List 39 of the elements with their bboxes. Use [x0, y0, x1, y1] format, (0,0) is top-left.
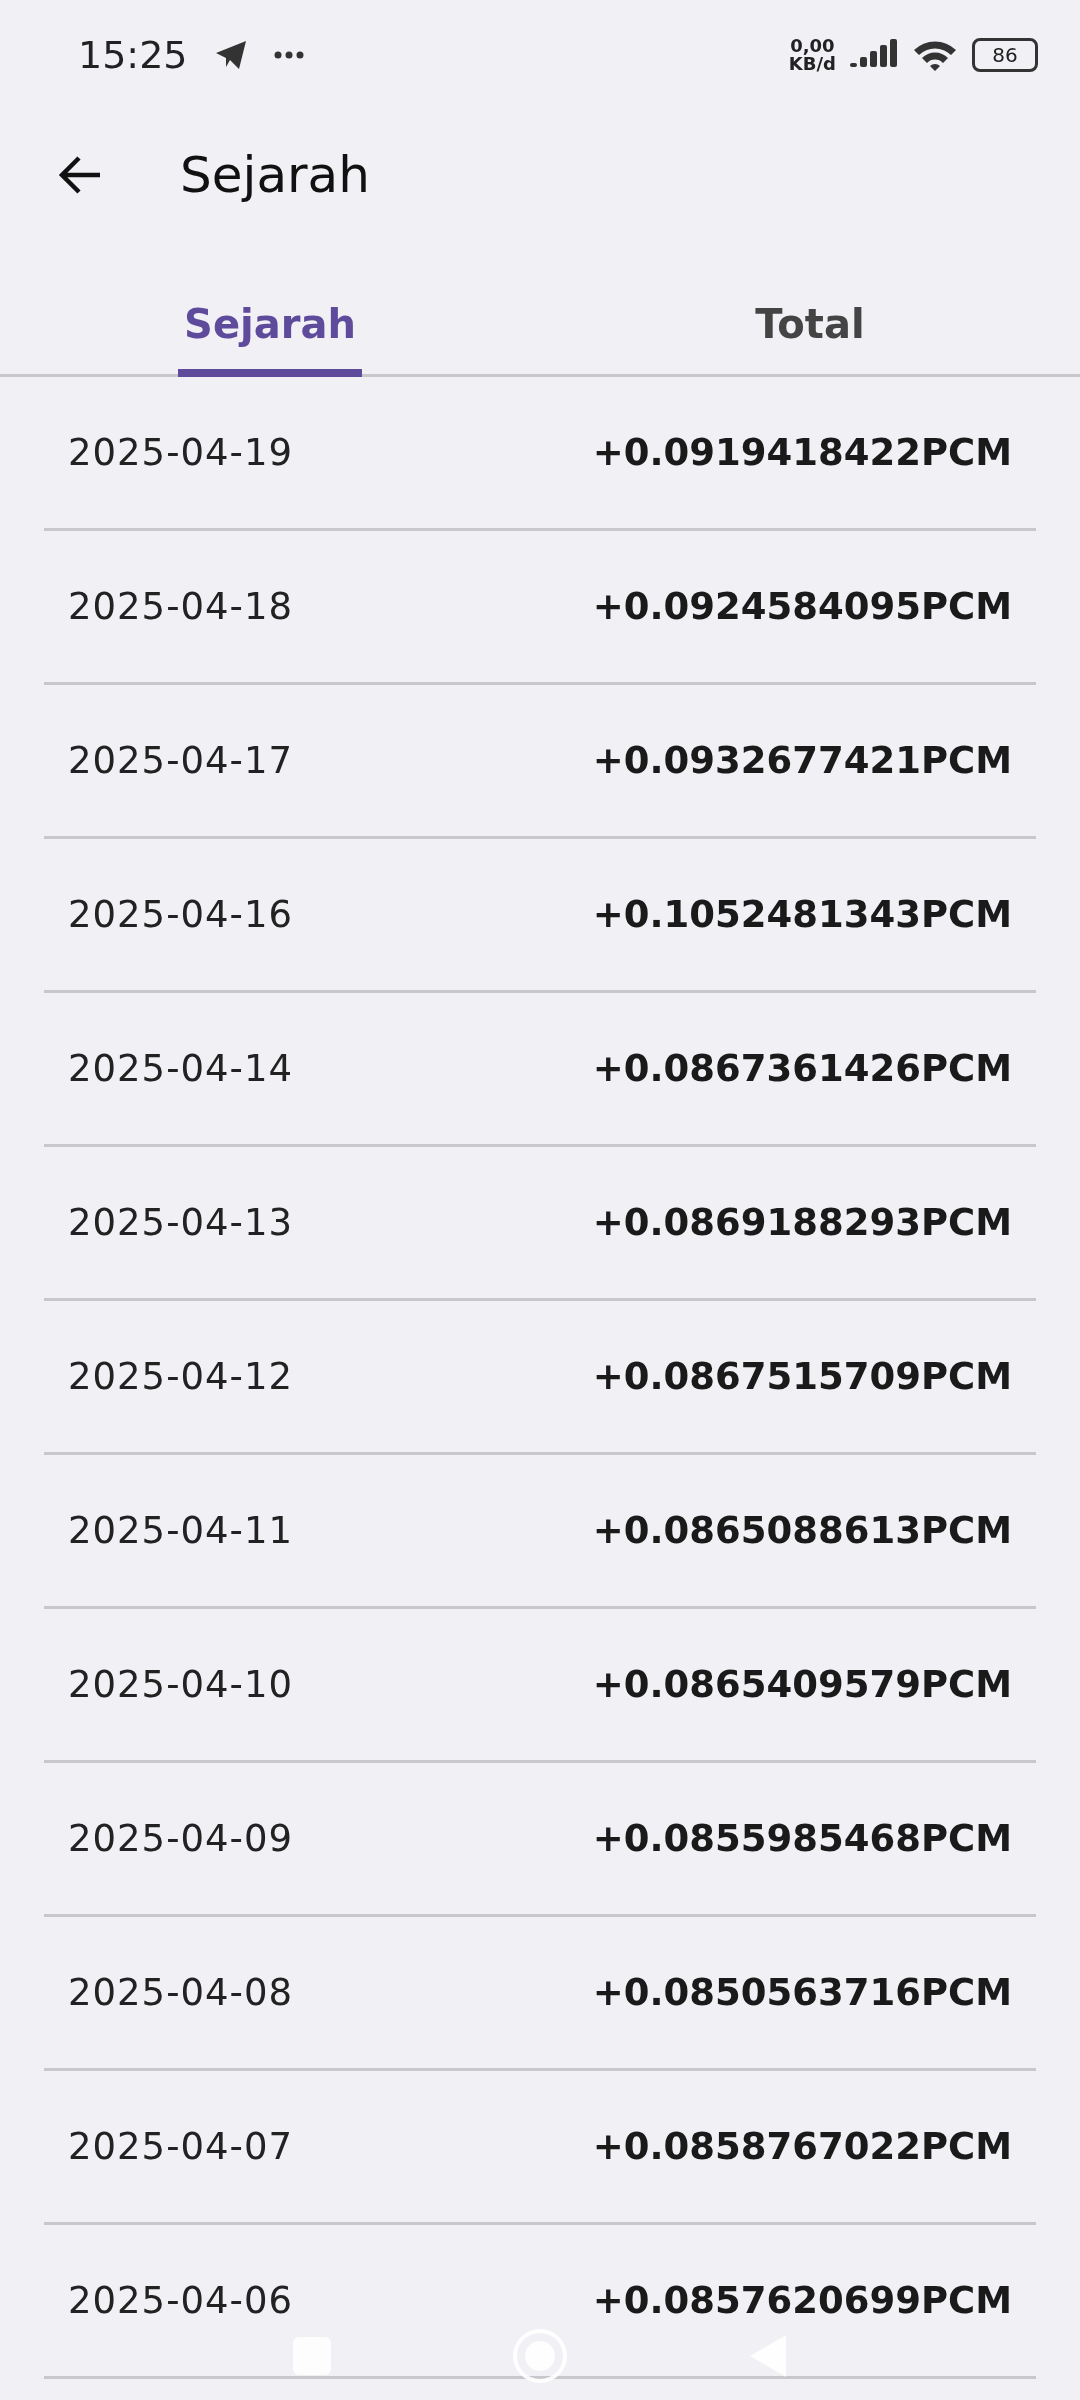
- row-amount: +0.0855985468PCM: [592, 1817, 1012, 1860]
- row-date: 2025-04-14: [68, 1047, 294, 1090]
- row-amount: +0.1052481343PCM: [592, 893, 1012, 936]
- row-amount: +0.0869188293PCM: [592, 1201, 1012, 1244]
- net-unit: KB/d: [788, 55, 836, 73]
- row-date: 2025-04-06: [68, 2279, 294, 2322]
- row-date: 2025-04-12: [68, 1355, 294, 1398]
- row-date: 2025-04-07: [68, 2125, 294, 2168]
- row-amount: +0.0919418422PCM: [592, 431, 1012, 474]
- row-amount: +0.0867515709PCM: [592, 1355, 1012, 1398]
- page-title: Sejarah: [180, 146, 370, 204]
- recents-icon[interactable]: [292, 2336, 332, 2376]
- row-amount: +0.0865088613PCM: [592, 1509, 1012, 1552]
- more-icon: [273, 51, 304, 59]
- battery-level: 86: [992, 43, 1018, 67]
- net-speed: 0,00: [790, 37, 835, 55]
- home-icon[interactable]: [512, 2328, 568, 2384]
- wifi-icon: [912, 38, 958, 72]
- row-amount: +0.0857620699PCM: [592, 2279, 1012, 2322]
- row-date: 2025-04-13: [68, 1201, 294, 1244]
- back-nav-icon[interactable]: [748, 2333, 788, 2379]
- tab[interactable]: Total: [540, 240, 1080, 374]
- row-amount: +0.0932677421PCM: [592, 739, 1012, 782]
- row-date: 2025-04-11: [68, 1509, 294, 1552]
- row-date: 2025-04-08: [68, 1971, 294, 2014]
- back-arrow-icon: [58, 155, 102, 195]
- row-date: 2025-04-19: [68, 431, 294, 474]
- row-date: 2025-04-17: [68, 739, 294, 782]
- row-amount: +0.0867361426PCM: [592, 1047, 1012, 1090]
- row-amount: +0.0858767022PCM: [592, 2125, 1012, 2168]
- row-date: 2025-04-09: [68, 1817, 294, 1860]
- row-date: 2025-04-16: [68, 893, 294, 936]
- tab[interactable]: Sejarah: [0, 240, 540, 374]
- row-date: 2025-04-10: [68, 1663, 294, 1706]
- row-amount: +0.0924584095PCM: [592, 585, 1012, 628]
- row-amount: +0.0865409579PCM: [592, 1663, 1012, 1706]
- status-time: 15:25: [78, 33, 188, 77]
- row-amount: +0.0850563716PCM: [592, 1971, 1012, 2014]
- row-date: 2025-04-18: [68, 585, 294, 628]
